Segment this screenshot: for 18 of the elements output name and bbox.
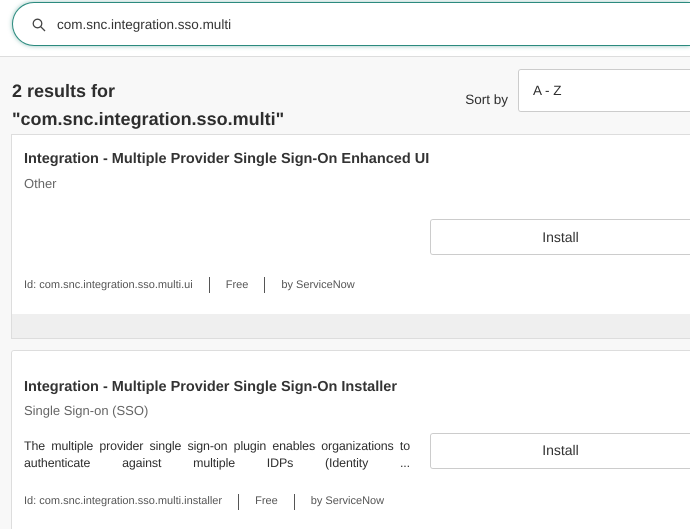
sort-label: Sort by (465, 91, 508, 109)
result-category: Other (24, 174, 58, 193)
sort-dropdown[interactable]: A - Z (518, 69, 690, 112)
results-heading: 2 results for "com.snc.integration.sso.multi" (12, 80, 286, 131)
result-meta: by ServiceNow (281, 278, 355, 294)
result-meta: Free (226, 278, 248, 294)
install-button[interactable]: Install (430, 432, 690, 469)
result-description: The multiple provider single sign-on plugin enables organizations to authenticate against multiple IDPs (Identity ... (24, 438, 410, 472)
result-meta: by ServiceNow (310, 494, 384, 510)
result-category: Single Sign-on (SSO) (24, 402, 150, 420)
result-title: Integration - Multiple Provider Single Sign-On Installer (24, 378, 398, 397)
result-title: Integration - Multiple Provider Single Sign-On Enhanced UI (24, 150, 430, 169)
search-field[interactable]: com.snc.integration.sso.multi (12, 2, 690, 46)
result-meta: Free (255, 494, 278, 510)
search-icon (32, 18, 46, 32)
install-button[interactable]: Install (430, 219, 690, 256)
result-meta: Id: com.snc.integration.sso.multi.ui (24, 278, 193, 294)
result-meta: Id: com.snc.integration.sso.multi.installer (24, 494, 222, 510)
